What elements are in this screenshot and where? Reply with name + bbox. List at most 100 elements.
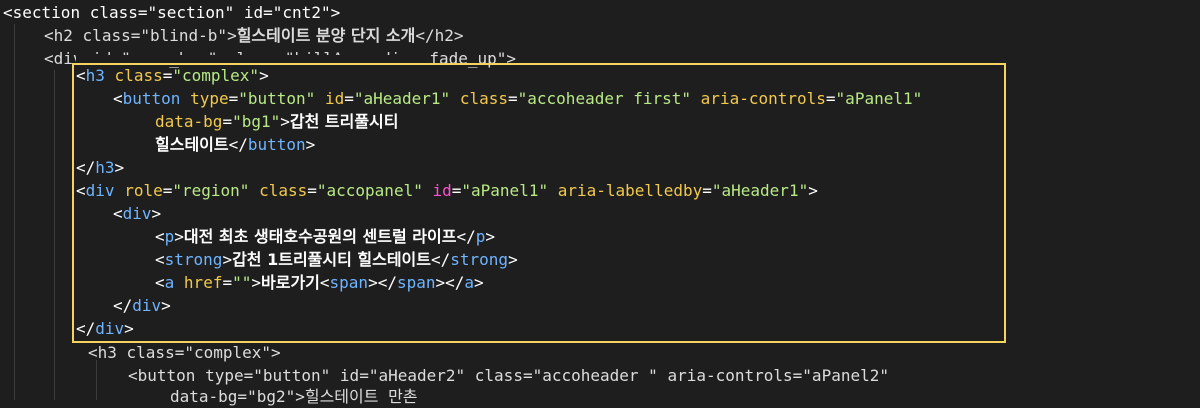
token-punctuation: < xyxy=(155,227,165,246)
token-punctuation: > xyxy=(485,227,495,246)
code-line[interactable]: <strong>갑천 1트리풀시티 힐스테이트</strong> xyxy=(155,248,518,271)
token-text: data-bg="bg2">힐스테이트 만촌 xyxy=(170,387,418,406)
token-tag-close: </h2> xyxy=(415,26,464,45)
token-attr: id xyxy=(324,89,345,108)
token-punctuation: < xyxy=(155,273,165,292)
token-string: "section" xyxy=(147,3,235,22)
code-line[interactable]: <div> xyxy=(113,202,161,225)
token-string: "accopanel" xyxy=(316,181,423,200)
token-tag: p xyxy=(164,227,175,246)
token-punctuation: > xyxy=(259,66,269,85)
token-punctuation: > xyxy=(508,250,518,269)
token-punctuation: ></ xyxy=(435,273,465,292)
token-punctuation: > xyxy=(251,273,261,292)
token-punctuation: > xyxy=(280,112,290,131)
code-line[interactable]: <h3 class="complex"> xyxy=(76,64,269,87)
token-punctuation: > xyxy=(305,135,316,154)
token-tag-close: </ xyxy=(76,158,96,177)
token-tag: div xyxy=(132,296,162,315)
token-text: 힐스테이트 xyxy=(155,135,229,154)
token-string: "region" xyxy=(172,181,250,200)
token-tag: button xyxy=(122,89,181,108)
code-line[interactable]: <button type="button" id="aHeader1" clas… xyxy=(113,87,922,110)
token-attr: id xyxy=(243,3,264,22)
token-tag: p xyxy=(475,227,486,246)
token-punctuation: < xyxy=(44,26,54,45)
code-line[interactable]: <h3 class="complex"> xyxy=(88,341,281,364)
token-tag: strong xyxy=(164,250,223,269)
token-tag-close: </ xyxy=(76,319,96,338)
code-line[interactable]: </h3> xyxy=(76,156,124,179)
code-line[interactable]: </div> xyxy=(113,294,171,317)
token-punctuation: = xyxy=(130,26,141,45)
token-attr: data-bg xyxy=(155,112,223,131)
token-tag: div xyxy=(85,181,115,200)
token-punctuation: < xyxy=(155,250,165,269)
token-punctuation: > xyxy=(174,227,184,246)
token-tag-close: </ xyxy=(456,227,476,246)
code-line[interactable]: <h2 class="blind-b">힐스테이트 분양 단지 소개</h2> xyxy=(44,24,464,47)
token-punctuation: < xyxy=(76,181,86,200)
token-attr: aria-controls xyxy=(700,89,826,108)
token-punctuation: = xyxy=(825,89,836,108)
token-punctuation: = xyxy=(228,89,239,108)
token-punctuation: > xyxy=(330,3,341,22)
token-punctuation: = xyxy=(702,181,712,200)
token-tag: h2 xyxy=(53,26,73,45)
token-string: "cnt2" xyxy=(272,3,331,22)
token-string: "blind-b" xyxy=(140,26,228,45)
token-tag: strong xyxy=(450,250,509,269)
indent-guide xyxy=(14,24,15,400)
token-punctuation: < xyxy=(76,66,86,85)
token-tag-close: </ xyxy=(113,296,133,315)
token-string: "button" xyxy=(238,89,316,108)
token-string: "aPanel1" xyxy=(835,89,923,108)
token-text: <h3 class="complex"> xyxy=(88,343,281,362)
code-line[interactable]: </div> xyxy=(76,317,134,340)
token-punctuation: > xyxy=(124,319,134,338)
token-punctuation: = xyxy=(508,89,518,108)
code-line[interactable]: data-bg="bg2">힐스테이트 만촌 xyxy=(170,385,418,408)
token-string: "aHeader1" xyxy=(353,89,451,108)
token-punctuation: < xyxy=(319,273,330,292)
token-string: "" xyxy=(232,273,252,292)
token-punctuation: = xyxy=(162,66,173,85)
token-punctuation: > xyxy=(151,204,162,223)
token-punctuation: = xyxy=(222,112,233,131)
token-tag: div xyxy=(122,204,152,223)
token-punctuation: = xyxy=(162,181,173,200)
token-tag: a xyxy=(164,273,175,292)
token-attr-id: id xyxy=(432,181,452,200)
code-line[interactable]: <a href="">바로가기<span></span></a> xyxy=(155,271,484,294)
token-tag: a xyxy=(464,273,475,292)
token-tag: button xyxy=(247,135,306,154)
token-string: "aPanel1" xyxy=(461,181,549,200)
token-attr: class xyxy=(82,26,131,45)
token-tag: section xyxy=(12,3,81,22)
token-attr: href xyxy=(183,273,223,292)
token-punctuation: > xyxy=(222,250,233,269)
token-text: 갑천 1트리풀시티 힐스테이트 xyxy=(232,250,431,269)
code-line[interactable]: data-bg="bg1">갑천 트리풀시티 xyxy=(155,110,399,133)
indent-guide xyxy=(96,360,97,400)
code-editor[interactable]: <section class="section" id="cnt2"> <h2 … xyxy=(0,0,1200,406)
code-line[interactable]: 힐스테이트</button> xyxy=(155,133,315,156)
token-punctuation: > xyxy=(161,296,171,315)
token-attr: role xyxy=(124,181,163,200)
token-punctuation: > xyxy=(114,158,125,177)
code-line[interactable]: <div role="region" class="accopanel" id=… xyxy=(76,179,818,202)
code-line[interactable]: <button type="button" id="aHeader2" clas… xyxy=(128,364,889,387)
token-tag-close: </ xyxy=(228,135,248,154)
token-attr: aria-labelledby xyxy=(557,181,703,200)
code-line[interactable]: <section class="section" id="cnt2"> xyxy=(3,1,340,24)
token-punctuation: < xyxy=(113,204,123,223)
token-punctuation: > xyxy=(227,26,237,45)
token-text: 갑천 트리풀시티 xyxy=(289,112,399,131)
token-tag: h3 xyxy=(95,158,115,177)
token-attr: class xyxy=(259,181,308,200)
token-punctuation: < xyxy=(113,89,123,108)
code-line[interactable]: <p>대전 최초 생태호수공원의 센트럴 라이프</p> xyxy=(155,225,495,248)
token-tag: h3 xyxy=(85,66,105,85)
token-text: 바로가기 xyxy=(261,273,320,292)
indent-guide xyxy=(54,70,55,400)
